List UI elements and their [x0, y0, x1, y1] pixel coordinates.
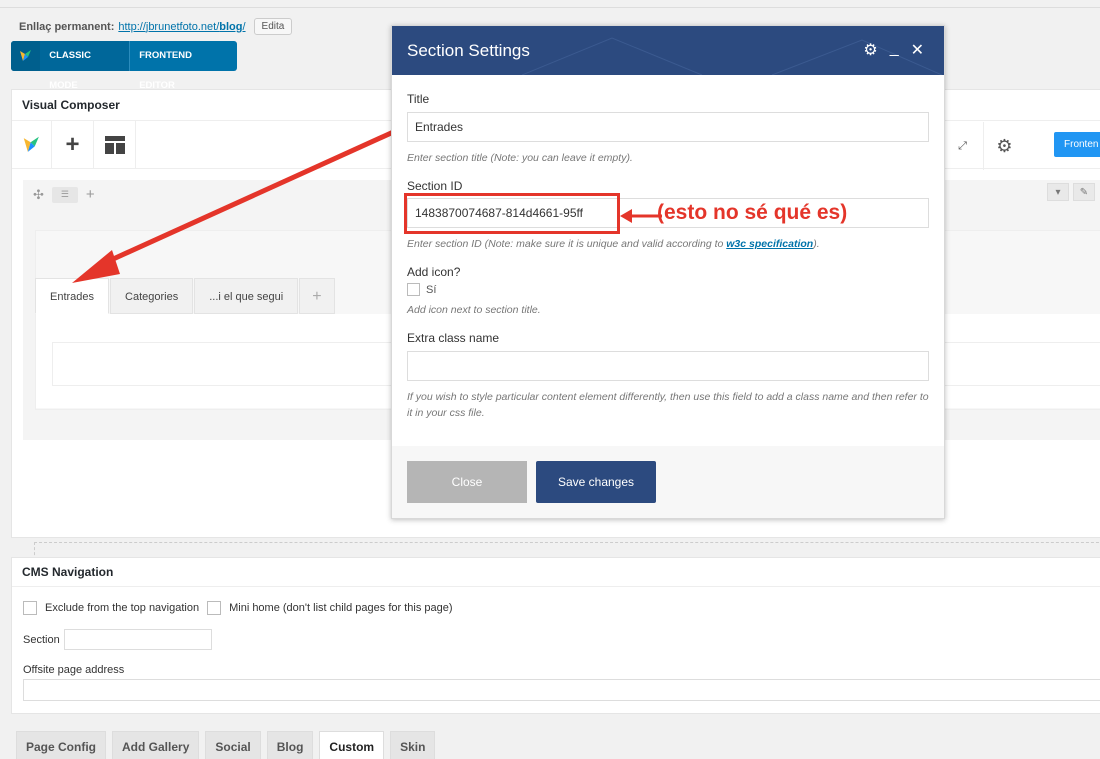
- bottom-tabs: Page Config Add Gallery Social Blog Cust…: [16, 731, 436, 759]
- title-label: Title: [407, 92, 430, 106]
- section-id-highlight: [404, 193, 620, 234]
- cms-navigation-box: CMS Navigation Exclude from the top navi…: [11, 557, 1100, 714]
- section-id-hint: Enter section ID (Note: make sure it is …: [407, 238, 820, 250]
- modal-tools: ⚙ _ ✕: [863, 40, 924, 60]
- add-icon-label: Add icon?: [407, 265, 461, 279]
- exclude-nav-checkbox[interactable]: [23, 601, 37, 615]
- cms-navigation-title: CMS Navigation: [12, 558, 1100, 587]
- section-input[interactable]: [63, 629, 212, 650]
- section-id-label: Section ID: [407, 179, 463, 193]
- tab-page-config[interactable]: Page Config: [16, 731, 107, 759]
- section-settings-modal: Section Settings ⚙ _ ✕ Title Entrades En…: [391, 25, 945, 519]
- extra-class-input[interactable]: [407, 351, 929, 381]
- title-hint: Enter section title (Note: you can leave…: [407, 152, 633, 164]
- extra-class-hint: If you wish to style particular content …: [407, 391, 929, 419]
- tab-skin[interactable]: Skin: [390, 731, 436, 759]
- mini-home-label: Mini home (don't list child pages for th…: [229, 602, 453, 614]
- close-icon[interactable]: ✕: [911, 40, 924, 60]
- w3c-spec-link[interactable]: w3c specification: [726, 238, 813, 250]
- modal-body: Title Entrades Enter section title (Note…: [392, 92, 944, 421]
- tab-social[interactable]: Social: [205, 731, 261, 759]
- modal-footer: Close Save changes: [392, 446, 944, 518]
- section-field: Section: [23, 629, 212, 650]
- close-button[interactable]: Close: [407, 461, 527, 503]
- offsite-input[interactable]: [23, 679, 1100, 701]
- add-icon-option-label: Sí: [426, 283, 437, 296]
- extra-class-label: Extra class name: [407, 331, 500, 345]
- tab-add-gallery[interactable]: Add Gallery: [112, 731, 200, 759]
- save-changes-button[interactable]: Save changes: [536, 461, 656, 503]
- title-input[interactable]: Entrades: [407, 112, 929, 142]
- minimize-icon[interactable]: _: [890, 40, 899, 60]
- modal-title: Section Settings: [407, 40, 530, 60]
- gear-icon[interactable]: ⚙: [863, 40, 877, 60]
- section-label: Section: [23, 633, 60, 646]
- offsite-label: Offsite page address: [23, 664, 125, 676]
- add-icon-hint: Add icon next to section title.: [407, 304, 541, 316]
- tab-blog[interactable]: Blog: [266, 731, 314, 759]
- mini-home-checkbox[interactable]: [207, 601, 222, 615]
- modal-header: Section Settings ⚙ _ ✕: [392, 26, 944, 75]
- annotation-small-arrow: [620, 209, 662, 223]
- tab-custom[interactable]: Custom: [319, 731, 385, 759]
- exclude-nav-label: Exclude from the top navigation: [45, 602, 200, 614]
- add-icon-checkbox[interactable]: [407, 283, 420, 296]
- cms-options-row: Exclude from the top navigation Mini hom…: [23, 601, 453, 615]
- add-icon-option: Sí: [407, 283, 929, 296]
- annotation-text: (esto no sé qué es): [657, 201, 848, 224]
